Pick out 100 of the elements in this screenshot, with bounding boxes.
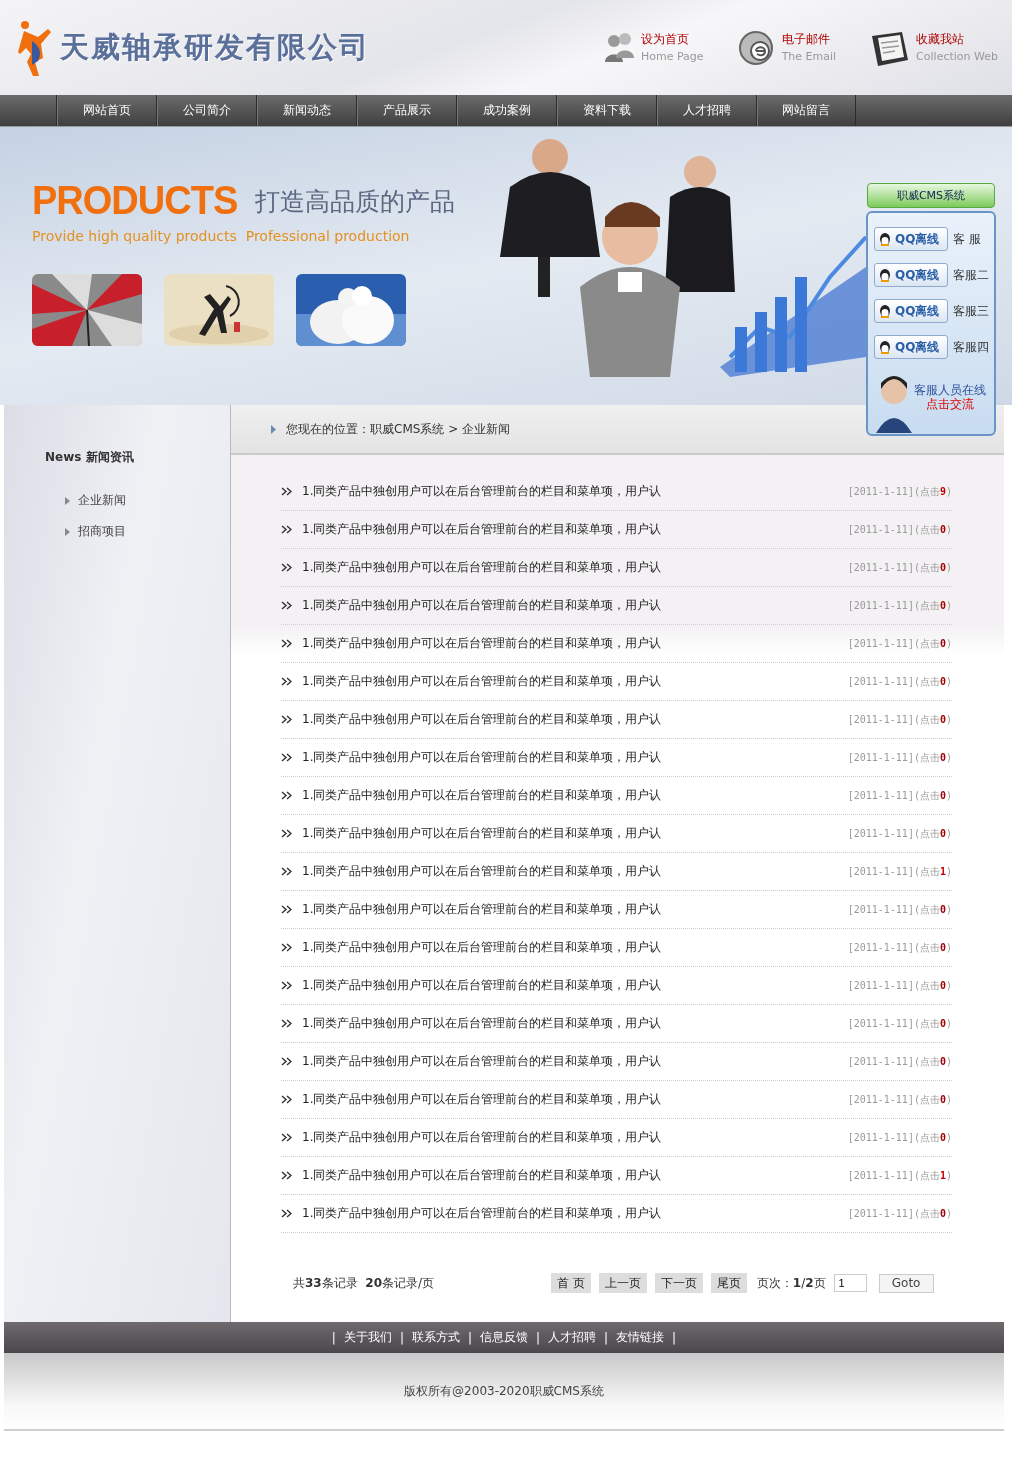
double-chevron-icon [281, 1171, 292, 1180]
nav-item[interactable]: 人才招聘 [656, 95, 756, 126]
banner-slogan: 打造高品质的产品 [255, 186, 456, 218]
separator: | [604, 1330, 609, 1345]
news-title[interactable]: 1.同类产品中独创用户可以在后台管理前台的栏目和菜单项，用户认 [302, 901, 838, 918]
news-meta: [2011-1-11](点击0) [847, 636, 952, 651]
news-title[interactable]: 1.同类产品中独创用户可以在后台管理前台的栏目和菜单项，用户认 [302, 1053, 838, 1070]
news-meta: [2011-1-11](点击9) [847, 484, 952, 499]
page-button[interactable]: 尾页 [710, 1273, 747, 1293]
news-title[interactable]: 1.同类产品中独创用户可以在后台管理前台的栏目和菜单项，用户认 [302, 863, 838, 880]
separator: | [467, 1330, 472, 1345]
double-chevron-icon [281, 753, 292, 762]
agent-name: 客服三 [953, 302, 989, 320]
penguin-icon [878, 339, 892, 355]
qq-button[interactable]: QQ离线 [874, 263, 948, 287]
double-chevron-icon [281, 1133, 292, 1142]
double-chevron-icon [281, 981, 292, 990]
news-title[interactable]: 1.同类产品中独创用户可以在后台管理前台的栏目和菜单项，用户认 [302, 559, 838, 576]
news-meta: [2011-1-11](点击0) [847, 598, 952, 613]
agent-name: 客服二 [953, 266, 989, 284]
news-title[interactable]: 1.同类产品中独创用户可以在后台管理前台的栏目和菜单项，用户认 [302, 1091, 838, 1108]
sidebar-title: News 新闻资讯 [45, 449, 135, 466]
footer-link[interactable]: 关于我们 [343, 1329, 392, 1346]
double-chevron-icon [281, 563, 292, 572]
page-info: 页次：1/2页 [756, 1274, 826, 1292]
double-chevron-icon [281, 525, 292, 534]
nav-item[interactable]: 成功案例 [456, 95, 556, 126]
news-title[interactable]: 1.同类产品中独创用户可以在后台管理前台的栏目和菜单项，用户认 [302, 1129, 838, 1146]
double-chevron-icon [281, 1209, 292, 1218]
goto-button[interactable]: Goto [878, 1273, 934, 1293]
double-chevron-icon [281, 601, 292, 610]
qq-button[interactable]: QQ离线 [874, 299, 948, 323]
double-chevron-icon [281, 1095, 292, 1104]
footer-link[interactable]: 人才招聘 [548, 1329, 597, 1346]
news-meta: [2011-1-11](点击1) [847, 864, 952, 879]
double-chevron-icon [281, 715, 292, 724]
news-title[interactable]: 1.同类产品中独创用户可以在后台管理前台的栏目和菜单项，用户认 [302, 977, 838, 994]
qq-button[interactable]: QQ离线 [874, 227, 948, 251]
breadcrumb: 您现在的位置：职威CMS系统 > 企业新闻 [286, 420, 511, 438]
header-link[interactable]: 收藏我站 Collection Web [870, 27, 998, 68]
news-title[interactable]: 1.同类产品中独创用户可以在后台管理前台的栏目和菜单项，用户认 [302, 483, 838, 500]
copyright: 版权所有@2003-2020职威CMS系统 [404, 1382, 604, 1400]
news-title[interactable]: 1.同类产品中独创用户可以在后台管理前台的栏目和菜单项，用户认 [302, 673, 838, 690]
news-meta: [2011-1-11](点击0) [847, 978, 952, 993]
agent-name: 客 服 [953, 230, 981, 248]
news-title[interactable]: 1.同类产品中独创用户可以在后台管理前台的栏目和菜单项，用户认 [302, 787, 838, 804]
news-meta: [2011-1-11](点击0) [847, 826, 952, 841]
news-meta: [2011-1-11](点击0) [847, 522, 952, 537]
news-title[interactable]: 1.同类产品中独创用户可以在后台管理前台的栏目和菜单项，用户认 [302, 597, 838, 614]
sidebar-item[interactable]: 招商项目 [65, 523, 230, 540]
double-chevron-icon [281, 1019, 292, 1028]
double-chevron-icon [281, 639, 292, 648]
agent-name: 客服四 [953, 338, 989, 356]
news-title[interactable]: 1.同类产品中独创用户可以在后台管理前台的栏目和菜单项，用户认 [302, 521, 838, 538]
news-title[interactable]: 1.同类产品中独创用户可以在后台管理前台的栏目和菜单项，用户认 [302, 825, 838, 842]
nav-item[interactable]: 新闻动态 [256, 95, 356, 126]
nav-item[interactable]: 网站首页 [56, 95, 156, 126]
page-button[interactable]: 上一页 [598, 1273, 647, 1293]
page-input[interactable]: 1 [833, 1274, 867, 1292]
header-link[interactable]: 设为首页 Home Page [603, 29, 704, 66]
news-title[interactable]: 1.同类产品中独创用户可以在后台管理前台的栏目和菜单项，用户认 [302, 749, 838, 766]
nav-item[interactable]: 公司简介 [156, 95, 256, 126]
footer-link[interactable]: 联系方式 [411, 1329, 460, 1346]
triangle-icon [65, 527, 70, 536]
pointer-icon [271, 424, 276, 434]
news-meta: [2011-1-11](点击1) [847, 1168, 952, 1183]
news-meta: [2011-1-11](点击0) [847, 1092, 952, 1107]
nav-item[interactable]: 产品展示 [356, 95, 456, 126]
nav-item[interactable]: 资料下载 [556, 95, 656, 126]
news-title[interactable]: 1.同类产品中独创用户可以在后台管理前台的栏目和菜单项，用户认 [302, 635, 838, 652]
news-meta: [2011-1-11](点击0) [847, 1054, 952, 1069]
news-title[interactable]: 1.同类产品中独创用户可以在后台管理前台的栏目和菜单项，用户认 [302, 1167, 838, 1184]
news-title[interactable]: 1.同类产品中独创用户可以在后台管理前台的栏目和菜单项，用户认 [302, 711, 838, 728]
footer-link[interactable]: 友情链接 [616, 1329, 665, 1346]
header-link[interactable]: 电子邮件 The Email [737, 28, 837, 67]
news-meta: [2011-1-11](点击0) [847, 902, 952, 917]
news-meta: [2011-1-11](点击0) [847, 1016, 952, 1031]
news-title[interactable]: 1.同类产品中独创用户可以在后台管理前台的栏目和菜单项，用户认 [302, 939, 838, 956]
double-chevron-icon [281, 677, 292, 686]
nav-item[interactable]: 网站留言 [756, 95, 856, 126]
news-meta: [2011-1-11](点击0) [847, 750, 952, 765]
sidebar-item[interactable]: 企业新闻 [65, 492, 230, 509]
penguin-icon [878, 231, 892, 247]
logo-icon [16, 18, 54, 77]
penguin-icon [878, 267, 892, 283]
news-meta: [2011-1-11](点击0) [847, 712, 952, 727]
separator: | [399, 1330, 404, 1345]
news-title[interactable]: 1.同类产品中独创用户可以在后台管理前台的栏目和菜单项，用户认 [302, 1015, 838, 1032]
page-button[interactable]: 首 页 [551, 1273, 591, 1293]
separator: | [331, 1330, 336, 1345]
double-chevron-icon [281, 1057, 292, 1066]
news-title[interactable]: 1.同类产品中独创用户可以在后台管理前台的栏目和菜单项，用户认 [302, 1205, 838, 1222]
record-summary: 共33条记录 20条记录/页 [293, 1274, 436, 1292]
footer-link[interactable]: 信息反馈 [480, 1329, 528, 1346]
double-chevron-icon [281, 867, 292, 876]
chat-link[interactable]: 客服人员在线 点击交流 [914, 383, 986, 411]
qq-button[interactable]: QQ离线 [874, 335, 948, 359]
page-button[interactable]: 下一页 [654, 1273, 703, 1293]
banner-heading: PRODUCTS [32, 177, 238, 224]
news-meta: [2011-1-11](点击0) [847, 560, 952, 575]
